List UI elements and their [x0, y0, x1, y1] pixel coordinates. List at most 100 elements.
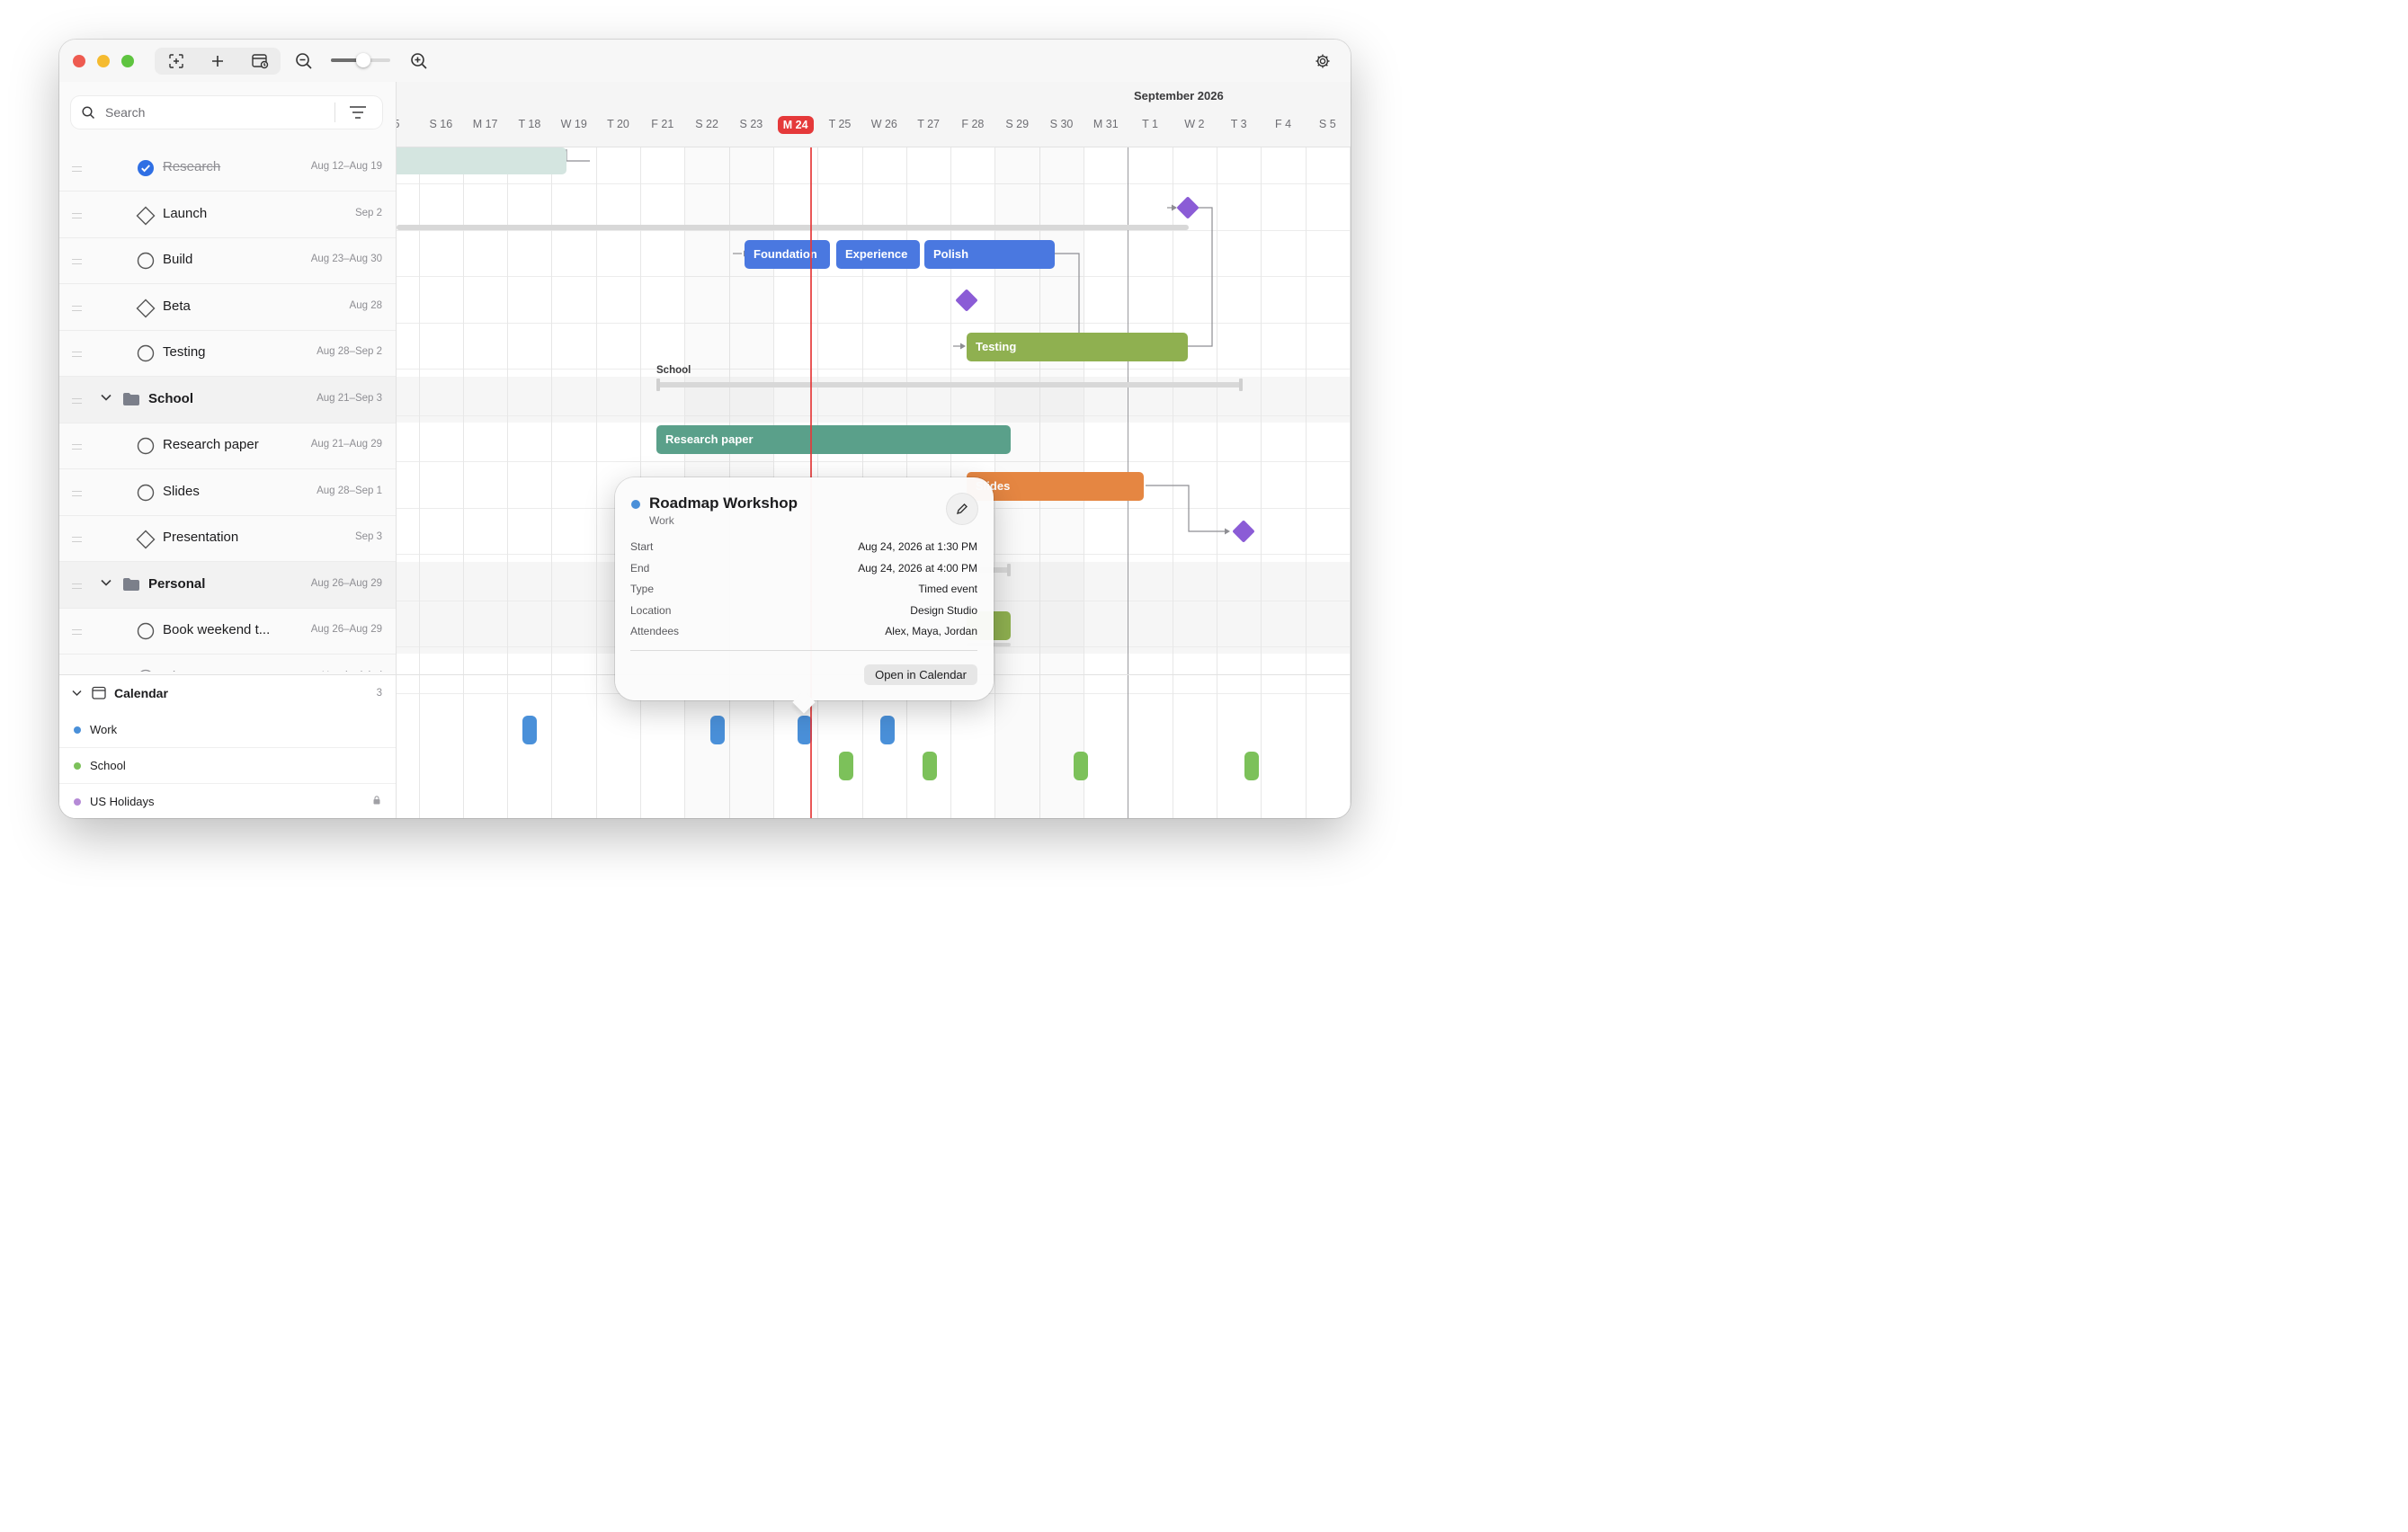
milestone-diamond-icon[interactable]	[136, 530, 156, 554]
toolbar-button-group	[155, 48, 281, 75]
row-date-range: Aug 28	[349, 299, 382, 311]
plus-icon[interactable]	[201, 48, 235, 75]
day-label: T 3	[1230, 118, 1247, 130]
milestone-diamond-icon[interactable]	[136, 298, 156, 323]
bar-polish[interactable]: Polish	[924, 240, 1055, 269]
bar-experience[interactable]: Experience	[836, 240, 920, 269]
sidebar-row[interactable]: Book weekend t... Aug 26–Aug 29	[59, 608, 396, 655]
bar-testing[interactable]: Testing	[967, 333, 1188, 361]
add-circle-icon[interactable]	[137, 669, 155, 672]
sidebar-row[interactable]: Testing Aug 28–Sep 2	[59, 330, 396, 377]
sidebar-row[interactable]: Choose present Unscheduled	[59, 655, 396, 672]
zoom-out-icon[interactable]	[287, 48, 321, 75]
today-marker[interactable]: M 24	[777, 116, 814, 134]
event-field-label: Location	[630, 603, 672, 617]
bar-research[interactable]	[397, 147, 566, 174]
row-date-range: Unscheduled	[322, 671, 382, 672]
drag-handle-icon[interactable]	[72, 444, 82, 450]
drag-handle-icon[interactable]	[72, 166, 82, 172]
drag-handle-icon[interactable]	[72, 397, 82, 404]
calendar-event-work[interactable]	[522, 716, 537, 744]
drag-handle-icon[interactable]	[72, 305, 82, 311]
search-field[interactable]: Search	[71, 96, 382, 129]
calendar-event-school[interactable]	[839, 752, 853, 780]
day-label: 5	[397, 118, 419, 130]
focus-icon[interactable]	[159, 48, 193, 75]
zoom-window-button[interactable]	[121, 55, 134, 67]
checkmark-circle-icon[interactable]	[137, 159, 155, 182]
gantt-timeline[interactable]: September 2026 5 S 16 M 17 T 18 W 19 T 20 F 21…	[397, 82, 1351, 818]
zoom-in-icon[interactable]	[402, 48, 436, 75]
close-window-button[interactable]	[73, 55, 85, 67]
calendar-event-work[interactable]	[880, 716, 895, 744]
minimize-window-button[interactable]	[97, 55, 110, 67]
toolbar	[59, 40, 1351, 83]
calendar-color-dot	[74, 762, 81, 770]
sidebar-row[interactable]: Personal Aug 26–Aug 29	[59, 561, 396, 609]
event-field-value: Timed event	[918, 583, 977, 595]
calendar-list-item[interactable]: School	[59, 747, 396, 784]
calendar-name: School	[90, 759, 126, 772]
row-date-range: Aug 21–Aug 29	[310, 439, 382, 450]
bar-foundation[interactable]: Foundation	[745, 240, 830, 269]
zoom-slider-knob[interactable]	[356, 53, 371, 67]
zoom-slider[interactable]	[331, 53, 390, 67]
day-label: T 27	[917, 118, 940, 130]
edit-button[interactable]	[947, 494, 977, 524]
task-checkbox-icon[interactable]	[137, 622, 155, 645]
chevron-down-icon[interactable]	[72, 690, 82, 697]
filter-icon[interactable]	[349, 106, 367, 119]
event-field-value: Aug 24, 2026 at 1:30 PM	[858, 540, 977, 553]
drag-handle-icon[interactable]	[72, 629, 82, 635]
summary-bar-school[interactable]	[656, 382, 1243, 387]
sidebar-row[interactable]: Slides Aug 28–Sep 1	[59, 469, 396, 516]
calendar-event-work[interactable]	[710, 716, 725, 744]
sidebar: Search Research Aug 12–Aug 19 Launch Sep 2 B…	[59, 82, 397, 818]
day-label: T 1	[1142, 118, 1159, 130]
row-date-range: Sep 2	[354, 207, 382, 218]
task-checkbox-icon[interactable]	[137, 484, 155, 506]
event-calendar: Work	[649, 514, 674, 527]
calendar-toggle-icon[interactable]	[243, 48, 277, 75]
chevron-down-icon[interactable]	[101, 579, 111, 586]
sidebar-row[interactable]: Research paper Aug 21–Aug 29	[59, 423, 396, 469]
bar-research-paper[interactable]: Research paper	[656, 425, 1011, 454]
gear-icon[interactable]	[1306, 48, 1340, 75]
drag-handle-icon[interactable]	[72, 352, 82, 357]
drag-handle-icon[interactable]	[72, 490, 82, 496]
calendar-list-item[interactable]: Work	[59, 711, 396, 748]
pencil-icon	[956, 503, 968, 515]
open-in-calendar-button[interactable]: Open in Calendar	[864, 664, 977, 685]
calendar-icon	[92, 686, 106, 699]
calendar-color-dot	[74, 798, 81, 806]
calendar-event-school[interactable]	[1244, 752, 1259, 780]
task-checkbox-icon[interactable]	[137, 344, 155, 367]
task-checkbox-icon[interactable]	[137, 437, 155, 459]
sidebar-row[interactable]: Presentation Sep 3	[59, 515, 396, 562]
event-field-value: Design Studio	[910, 603, 977, 617]
row-date-range: Aug 26–Aug 29	[310, 577, 382, 589]
sidebar-row[interactable]: Build Aug 23–Aug 30	[59, 237, 396, 284]
calendar-event-school[interactable]	[1074, 752, 1088, 780]
row-label: Build	[163, 252, 193, 267]
sidebar-row[interactable]: Beta Aug 28	[59, 284, 396, 331]
drag-handle-icon[interactable]	[72, 259, 82, 264]
row-date-range: Sep 3	[354, 531, 382, 542]
calendar-count: 3	[376, 688, 382, 699]
search-divider	[334, 102, 335, 122]
search-input[interactable]: Search	[105, 105, 145, 120]
sidebar-row[interactable]: School Aug 21–Sep 3	[59, 376, 396, 423]
calendar-list-item[interactable]: US Holidays	[59, 783, 396, 818]
drag-handle-icon[interactable]	[72, 212, 82, 218]
calendar-event-school[interactable]	[923, 752, 937, 780]
event-field-label: End	[630, 561, 650, 574]
sidebar-row[interactable]: Launch Sep 2	[59, 192, 396, 238]
chevron-down-icon[interactable]	[101, 394, 111, 401]
row-label: School	[148, 390, 194, 406]
milestone-diamond-icon[interactable]	[136, 206, 156, 230]
drag-handle-icon[interactable]	[72, 537, 82, 542]
drag-handle-icon[interactable]	[72, 583, 82, 589]
search-icon	[82, 106, 95, 120]
sidebar-row[interactable]: Research Aug 12–Aug 19	[59, 145, 396, 192]
task-checkbox-icon[interactable]	[137, 252, 155, 274]
